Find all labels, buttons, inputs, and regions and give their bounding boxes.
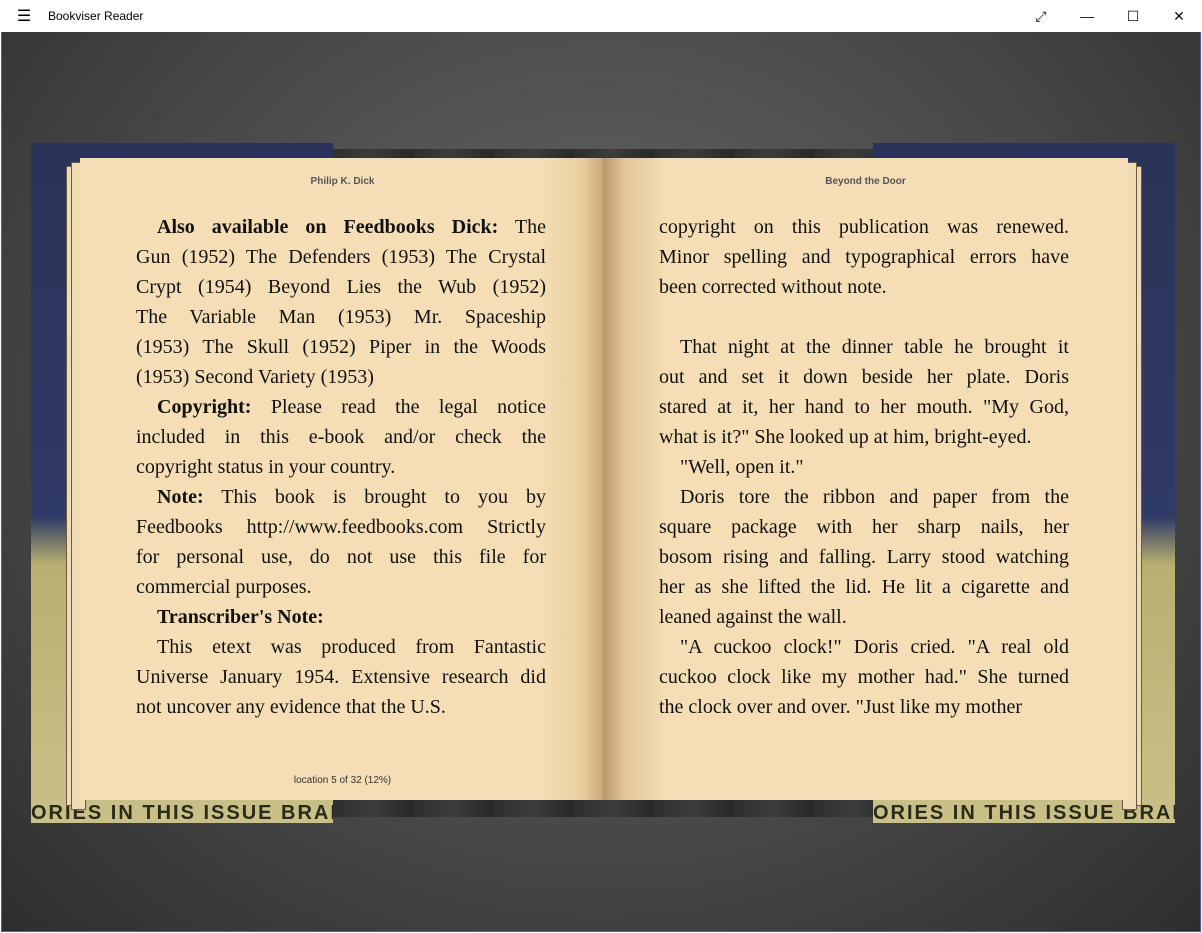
fullscreen-button[interactable]: ⤢ <box>1018 0 1064 32</box>
reader-stage: ORIES IN THIS ISSUE BRAND ORIES IN THIS … <box>1 32 1201 932</box>
left-page[interactable]: Philip K. Dick Also available on Feedboo… <box>80 158 603 800</box>
line-text: bosom rising and falling. Larry stood wa… <box>659 546 1069 568</box>
text-line: Universe January 1954. Extensive researc… <box>136 662 546 692</box>
line-text: included in this e-book and/or check the <box>136 426 546 448</box>
line-text: Gun (1952) The Defenders (1953) The Crys… <box>136 246 546 268</box>
text-line: "Well, open it." <box>659 452 1069 482</box>
app-title: Bookviser Reader <box>48 9 144 23</box>
text-line: stared at it, her hand to her mouth. "My… <box>659 392 1069 422</box>
right-page[interactable]: Beyond the Door copyright on this public… <box>603 158 1128 800</box>
text-line: Doris tore the ribbon and paper from the <box>659 482 1069 512</box>
text-line: cuckoo clock like my mother had." She tu… <box>659 662 1069 692</box>
text-line: "A cuckoo clock!" Doris cried. "A real o… <box>659 632 1069 662</box>
text-line: what is it?" She looked up at him, brigh… <box>659 422 1069 452</box>
text-line: Note: This book is brought to you by <box>136 482 546 512</box>
maximize-icon: ☐ <box>1126 7 1140 24</box>
minimize-icon: — <box>1080 8 1094 24</box>
text-line: (1953) Second Variety (1953) <box>136 362 546 392</box>
right-page-text: copyright on this publication was renewe… <box>659 212 1069 722</box>
text-line: the clock over and over. "Just like my m… <box>659 692 1069 722</box>
hamburger-icon: ☰ <box>16 8 32 25</box>
text-line: Crypt (1954) Beyond Lies the Wub (1952) <box>136 272 546 302</box>
text-line: (1953) The Skull (1952) Piper in the Woo… <box>136 332 546 362</box>
line-text: her as she lifted the lid. He lit a ciga… <box>659 576 1069 598</box>
text-line: out and set it down beside her plate. Do… <box>659 362 1069 392</box>
line-text: for personal use, do not use this file f… <box>136 546 546 568</box>
line-text: Minor spelling and typographical errors … <box>659 246 1069 268</box>
line-text: "Well, open it." <box>680 456 804 478</box>
text-line: Gun (1952) The Defenders (1953) The Crys… <box>136 242 546 272</box>
close-button[interactable]: ✕ <box>1156 0 1202 32</box>
line-text: been corrected without note. <box>659 276 887 298</box>
minimize-button[interactable]: — <box>1064 0 1110 32</box>
line-text: the clock over and over. "Just like my m… <box>659 696 1023 718</box>
line-text: Feedbooks http://www.feedbooks.com Stric… <box>136 516 546 538</box>
text-line: copyright on this publication was renewe… <box>659 212 1069 242</box>
text-line: That night at the dinner table he brough… <box>659 332 1069 362</box>
text-line: Copyright: Please read the legal notice <box>136 392 546 422</box>
line-text: copyright on this publication was renewe… <box>659 216 1069 238</box>
hamburger-menu-button[interactable]: ☰ <box>0 0 48 32</box>
bold-lead: Transcriber's Note: <box>157 606 324 628</box>
line-text: This etext was produced from Fantastic <box>157 636 546 658</box>
text-line: her as she lifted the lid. He lit a ciga… <box>659 572 1069 602</box>
line-text: copyright status in your country. <box>136 456 396 478</box>
text-line: leaned against the wall. <box>659 602 1069 632</box>
line-text: out and set it down beside her plate. Do… <box>659 366 1069 388</box>
text-line: square package with her sharp nails, her <box>659 512 1069 542</box>
page-header-title: Beyond the Door <box>825 176 906 187</box>
line-text: what is it?" She looked up at him, brigh… <box>659 426 1032 448</box>
line-text: Please read the legal notice <box>251 396 546 418</box>
text-line: bosom rising and falling. Larry stood wa… <box>659 542 1069 572</box>
line-text: Universe January 1954. Extensive researc… <box>136 666 546 688</box>
text-line: Feedbooks http://www.feedbooks.com Stric… <box>136 512 546 542</box>
line-text: Crypt (1954) Beyond Lies the Wub (1952) <box>136 276 546 298</box>
line-text: cuckoo clock like my mother had." She tu… <box>659 666 1069 688</box>
text-line: been corrected without note. <box>659 272 1069 302</box>
text-line: included in this e-book and/or check the <box>136 422 546 452</box>
text-line: Transcriber's Note: <box>136 602 546 632</box>
text-line: not uncover any evidence that the U.S. <box>136 692 546 722</box>
text-line: The Variable Man (1953) Mr. Spaceship <box>136 302 546 332</box>
text-line: for personal use, do not use this file f… <box>136 542 546 572</box>
maximize-button[interactable]: ☐ <box>1110 0 1156 32</box>
line-text: leaned against the wall. <box>659 606 847 628</box>
location-indicator: location 5 of 32 (12%) <box>293 775 392 786</box>
bold-lead: Note: <box>157 486 204 508</box>
line-text: commercial purposes. <box>136 576 312 598</box>
text-line: Minor spelling and typographical errors … <box>659 242 1069 272</box>
fullscreen-icon: ⤢ <box>1035 7 1047 24</box>
line-text: The Variable Man (1953) Mr. Spaceship <box>136 306 546 328</box>
line-text: That night at the dinner table he brough… <box>680 336 1069 358</box>
line-text: Doris tore the ribbon and paper from the <box>680 486 1069 508</box>
bold-lead: Copyright: <box>157 396 252 418</box>
line-text: stared at it, her hand to her mouth. "My… <box>659 396 1069 418</box>
line-text: This book is brought to you by <box>203 486 546 508</box>
line-text: (1953) Second Variety (1953) <box>136 366 374 388</box>
line-text: The <box>498 216 547 238</box>
left-page-text: Also available on Feedbooks Dick: The Gun… <box>136 212 546 722</box>
line-text: square package with her sharp nails, her <box>659 516 1069 538</box>
text-line: commercial purposes. <box>136 572 546 602</box>
line-text: (1953) The Skull (1952) Piper in the Woo… <box>136 336 546 358</box>
close-icon: ✕ <box>1173 7 1185 24</box>
text-line: copyright status in your country. <box>136 452 546 482</box>
title-bar: ☰ Bookviser Reader ⤢ — ☐ ✕ <box>0 0 1202 32</box>
text-line: This etext was produced from Fantastic <box>136 632 546 662</box>
line-text: "A cuckoo clock!" Doris cried. "A real o… <box>680 636 1069 658</box>
text-line <box>659 302 1069 332</box>
page-header-author: Philip K. Dick <box>310 176 375 187</box>
text-line: Also available on Feedbooks Dick: The <box>136 212 546 242</box>
line-text: not uncover any evidence that the U.S. <box>136 696 446 718</box>
bold-lead: Also available on Feedbooks Dick: <box>157 216 499 238</box>
